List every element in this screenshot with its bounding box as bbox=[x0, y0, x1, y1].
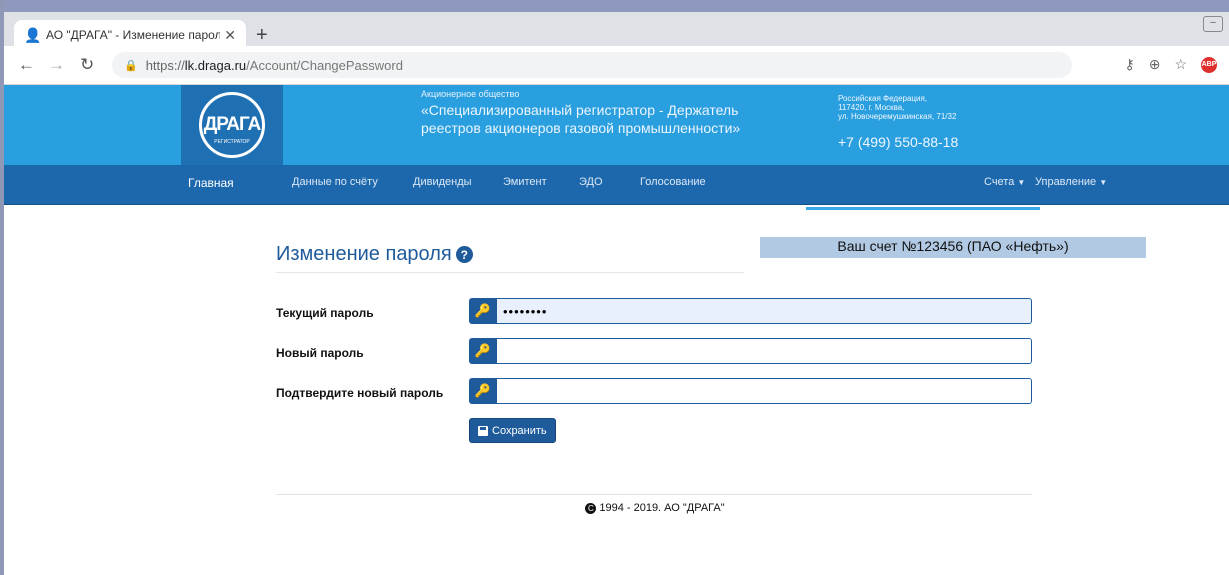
url-host: lk.draga.ru bbox=[184, 57, 247, 73]
save-button[interactable]: Сохранить bbox=[469, 418, 556, 443]
footer-text: 1994 - 2019. АО "ДРАГА" bbox=[599, 502, 725, 514]
close-icon[interactable]: ✕ bbox=[224, 27, 236, 44]
copyright-icon: C bbox=[585, 502, 597, 514]
nav-item-dividends[interactable]: Дивиденды bbox=[413, 176, 472, 188]
company-type: Акционерное общество bbox=[421, 89, 520, 99]
nav-item-home[interactable]: Главная bbox=[188, 176, 234, 190]
nav-item-issuer[interactable]: Эмитент bbox=[503, 176, 547, 188]
nav-item-voting[interactable]: Голосование bbox=[640, 176, 706, 188]
new-password-group: 🔑 bbox=[469, 338, 1032, 364]
forward-icon[interactable]: → bbox=[48, 55, 65, 75]
adblock-icon[interactable]: ABP bbox=[1201, 56, 1217, 73]
current-password-input[interactable] bbox=[497, 298, 1032, 324]
minimize-icon[interactable]: – bbox=[1203, 16, 1223, 32]
caret-down-icon: ▼ bbox=[1017, 178, 1026, 187]
key-icon: 🔑 bbox=[469, 298, 497, 324]
nav-item-management[interactable]: Управление ▼ bbox=[1035, 176, 1107, 188]
star-icon[interactable]: ☆ bbox=[1174, 56, 1187, 73]
confirm-password-group: 🔑 bbox=[469, 378, 1032, 404]
new-password-label: Новый пароль bbox=[276, 346, 364, 360]
browser-toolbar: ← → ↻ 🔒 https://lk.draga.ru/Account/Chan… bbox=[4, 46, 1229, 85]
page-title: Изменение пароля? bbox=[276, 243, 473, 266]
nav-item-account-data[interactable]: Данные по счёту bbox=[292, 176, 378, 188]
footer-divider bbox=[276, 494, 1032, 495]
window-frame-top bbox=[0, 0, 1229, 12]
nav-active-indicator bbox=[806, 207, 1040, 210]
site-header: ДРАГА РЕГИСТРАТОР Акционерное общество «… bbox=[4, 85, 1229, 165]
logo-letters: ДРАГА bbox=[203, 114, 262, 135]
phone-number: +7 (499) 550-88-18 bbox=[838, 134, 959, 150]
nav-item-edo[interactable]: ЭДО bbox=[579, 176, 603, 188]
key-icon: 🔑 bbox=[469, 338, 497, 364]
page-title-text: Изменение пароля bbox=[276, 243, 452, 265]
url-path: /Account/ChangePassword bbox=[246, 57, 403, 73]
caret-down-icon: ▼ bbox=[1099, 178, 1108, 187]
browser-tab-strip: 👤 АО "ДРАГА" - Изменение парол ✕ + – bbox=[4, 12, 1229, 50]
tab-title: АО "ДРАГА" - Изменение парол bbox=[46, 28, 221, 42]
address-line: ул. Новочеремушкинская, 71/32 bbox=[838, 112, 957, 121]
new-tab-button[interactable]: + bbox=[256, 24, 268, 47]
address-line: Российская Федерация, bbox=[838, 94, 928, 103]
help-icon[interactable]: ? bbox=[455, 246, 473, 264]
logo[interactable]: ДРАГА РЕГИСТРАТОР bbox=[181, 85, 283, 165]
reload-icon[interactable]: ↻ bbox=[80, 55, 94, 75]
key-icon: 🔑 bbox=[469, 378, 497, 404]
nav-item-management-label: Управление bbox=[1035, 176, 1097, 188]
user-icon: 👤 bbox=[24, 27, 42, 43]
logo-subtitle: РЕГИСТРАТОР bbox=[214, 139, 250, 145]
company-name: «Специализированный регистратор - Держат… bbox=[421, 102, 741, 136]
url-scheme: https:// bbox=[145, 57, 185, 73]
back-icon[interactable]: ← bbox=[18, 55, 35, 75]
current-password-group: 🔑 bbox=[469, 298, 1032, 324]
floppy-disk-icon bbox=[478, 425, 488, 436]
address-bar[interactable]: 🔒 https://lk.draga.ru/Account/ChangePass… bbox=[112, 52, 1072, 78]
lock-icon: 🔒 bbox=[124, 59, 138, 72]
account-banner: Ваш счет №123456 (ПАО «Нефть») bbox=[760, 237, 1146, 258]
title-divider bbox=[276, 272, 744, 273]
confirm-password-label: Подтвердите новый пароль bbox=[276, 386, 444, 400]
logo-emblem: ДРАГА РЕГИСТРАТОР bbox=[199, 92, 265, 158]
main-navbar: Главная Данные по счёту Дивиденды Эмитен… bbox=[4, 165, 1229, 205]
current-password-label: Текущий пароль bbox=[276, 306, 374, 320]
new-password-input[interactable] bbox=[497, 338, 1032, 364]
key-icon[interactable]: ⚷ bbox=[1124, 56, 1134, 73]
save-button-label: Сохранить bbox=[492, 424, 547, 437]
footer: C 1994 - 2019. АО "ДРАГА" bbox=[0, 502, 1229, 514]
nav-item-accounts-label: Счета bbox=[984, 176, 1015, 188]
confirm-password-input[interactable] bbox=[497, 378, 1032, 404]
browser-toolbar-icons: ⚷ ⊕ ☆ ABP bbox=[1124, 56, 1217, 73]
zoom-icon[interactable]: ⊕ bbox=[1149, 56, 1161, 73]
address-line: 117420, г. Москва, bbox=[838, 103, 905, 112]
nav-item-accounts[interactable]: Счета ▼ bbox=[984, 176, 1025, 188]
